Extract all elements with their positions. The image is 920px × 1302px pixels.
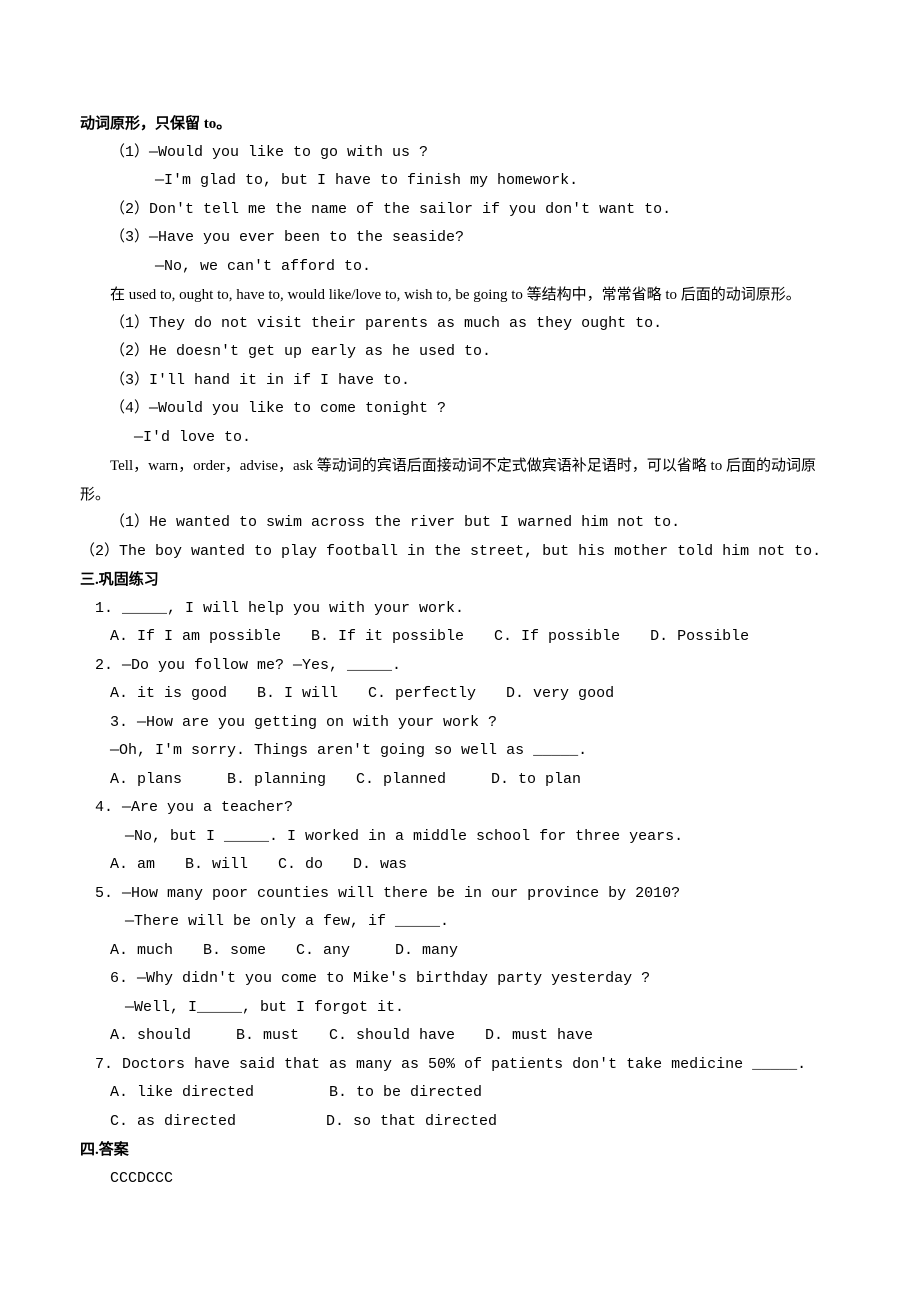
q1-opts: A. If I am possible B. If it possible C.… xyxy=(80,623,840,652)
section4-title: 四.答案 xyxy=(80,1136,840,1165)
intro-ex-3: （3）—Have you ever been to the seaside? xyxy=(80,224,840,253)
q5-opts: A. much B. some C. any D. many xyxy=(80,937,840,966)
q7-opts2: C. as directed D. so that directed xyxy=(80,1108,840,1137)
q4b: —No, but I _____. I worked in a middle s… xyxy=(80,823,840,852)
q4: 4. —Are you a teacher? xyxy=(80,794,840,823)
note2-ex-1: （1）He wanted to swim across the river bu… xyxy=(80,509,840,538)
intro-ex-1: （1）—Would you like to go with us ? xyxy=(80,139,840,168)
note2-ex-2: （2）The boy wanted to play football in th… xyxy=(80,538,840,567)
q5: 5. —How many poor counties will there be… xyxy=(80,880,840,909)
note1-ex-1: （1）They do not visit their parents as mu… xyxy=(80,310,840,339)
q1: 1. _____, I will help you with your work… xyxy=(80,595,840,624)
note-2: Tell，warn，order，advise，ask 等动词的宾语后面接动词不定… xyxy=(80,452,840,509)
q3b: —Oh, I'm sorry. Things aren't going so w… xyxy=(80,737,840,766)
note1-ex-2: （2）He doesn't get up early as he used to… xyxy=(80,338,840,367)
q2: 2. —Do you follow me? —Yes, _____. xyxy=(80,652,840,681)
note-1: 在 used to, ought to, have to, would like… xyxy=(80,281,840,310)
intro-ex-2: （2）Don't tell me the name of the sailor … xyxy=(80,196,840,225)
q4-opts: A. am B. will C. do D. was xyxy=(80,851,840,880)
note1-ex-4b: —I'd love to. xyxy=(80,424,840,453)
q3-opts: A. plans B. planning C. planned D. to pl… xyxy=(80,766,840,795)
section3-title: 三.巩固练习 xyxy=(80,566,840,595)
q5b: —There will be only a few, if _____. xyxy=(80,908,840,937)
note1-ex-4: （4）—Would you like to come tonight ? xyxy=(80,395,840,424)
q2-opts: A. it is good B. I will C. perfectly D. … xyxy=(80,680,840,709)
answers: CCCDCCC xyxy=(80,1165,840,1194)
q6: 6. —Why didn't you come to Mike's birthd… xyxy=(80,965,840,994)
q7-opts1: A. like directed B. to be directed xyxy=(80,1079,840,1108)
intro-ex-3b: —No, we can't afford to. xyxy=(80,253,840,282)
q6-opts: A. should B. must C. should have D. must… xyxy=(80,1022,840,1051)
q7: 7. Doctors have said that as many as 50%… xyxy=(80,1051,840,1080)
note1-ex-3: （3）I'll hand it in if I have to. xyxy=(80,367,840,396)
q3: 3. —How are you getting on with your wor… xyxy=(80,709,840,738)
intro-ex-1b: —I'm glad to, but I have to finish my ho… xyxy=(80,167,840,196)
section-intro-title: 动词原形，只保留 to。 xyxy=(80,110,840,139)
q6b: —Well, I_____, but I forgot it. xyxy=(80,994,840,1023)
